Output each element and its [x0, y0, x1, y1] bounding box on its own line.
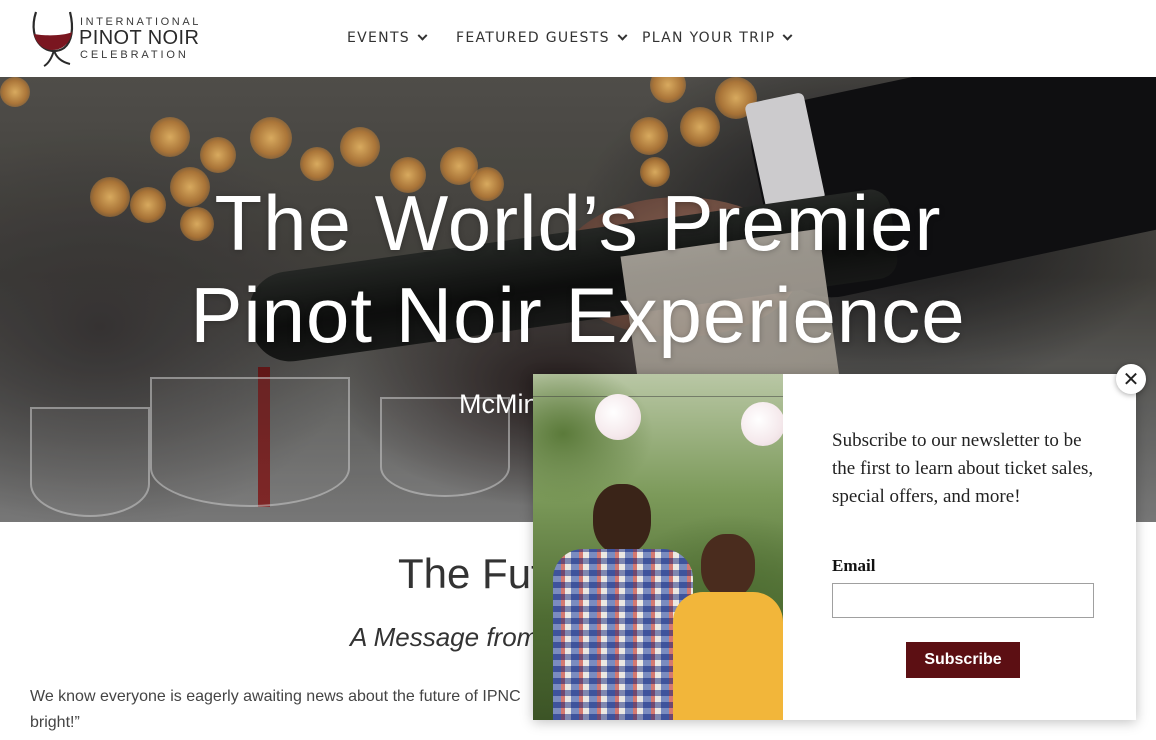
nav-item-plan-your-trip[interactable]: PLAN YOUR TRIP	[642, 30, 793, 46]
section-paragraph-line2: bright!”	[30, 714, 80, 731]
hero-title-line2: Pinot Noir Experience	[190, 271, 966, 359]
nav-item-events[interactable]: EVENTS	[347, 30, 428, 46]
section-subtitle: A Message from	[350, 622, 539, 652]
site-header: INTERNATIONAL PINOT NOIR CELEBRATION EVE…	[0, 0, 1156, 77]
nav-item-label: FEATURED GUESTS	[456, 30, 610, 46]
chevron-down-icon	[782, 30, 793, 41]
hero-title-line1: The World’s Premier	[214, 179, 942, 267]
newsletter-popup: Subscribe to our newsletter to be the fi…	[533, 374, 1136, 720]
close-popup-button[interactable]: ✕	[1116, 364, 1146, 394]
chevron-down-icon	[617, 30, 628, 41]
main-nav: EVENTS FEATURED GUESTS PLAN YOUR TRIP	[0, 30, 1156, 50]
email-label: Email	[832, 556, 876, 575]
nav-item-featured-guests[interactable]: FEATURED GUESTS	[456, 30, 628, 46]
section-title: The Fut	[398, 550, 543, 597]
logo-line-celebration: CELEBRATION	[80, 49, 189, 61]
popup-message: Subscribe to our newsletter to be the fi…	[832, 430, 1094, 507]
email-field[interactable]	[832, 583, 1094, 618]
popup-photo	[533, 374, 783, 720]
close-icon: ✕	[1122, 367, 1140, 391]
nav-item-label: EVENTS	[347, 30, 410, 46]
nav-item-label: PLAN YOUR TRIP	[642, 30, 776, 46]
hero-subtitle: McMin	[459, 389, 539, 419]
subscribe-button[interactable]: Subscribe	[906, 642, 1020, 678]
hero-title: The World’s Premier Pinot Noir Experienc…	[0, 177, 1156, 361]
section-paragraph-line1: We know everyone is eagerly awaiting new…	[30, 688, 521, 705]
chevron-down-icon	[417, 30, 428, 41]
